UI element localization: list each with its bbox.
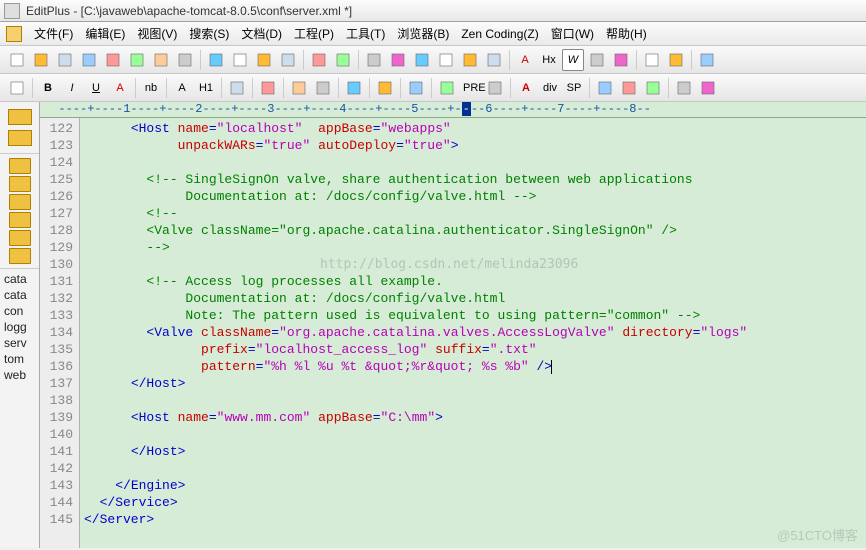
terminal-icon[interactable] <box>696 49 718 71</box>
a-button[interactable]: A <box>109 77 131 99</box>
save-all-icon[interactable] <box>102 49 124 71</box>
menu-item[interactable]: Zen Coding(Z) <box>455 25 544 43</box>
menu-item[interactable]: 工具(T) <box>340 25 391 43</box>
anchor-icon[interactable] <box>374 77 396 99</box>
menu-item[interactable]: 编辑(E) <box>79 25 131 43</box>
indent-icon[interactable] <box>483 49 505 71</box>
new-file-icon[interactable] <box>6 49 28 71</box>
menu-item[interactable]: 文档(D) <box>235 25 288 43</box>
list-item[interactable]: web <box>2 367 37 383</box>
toolbar-primary: AHxW <box>0 46 866 74</box>
list-item[interactable]: cata <box>2 287 37 303</box>
div-button[interactable]: div <box>539 77 561 99</box>
spell-icon[interactable] <box>150 49 172 71</box>
bookmark-icon[interactable] <box>411 49 433 71</box>
menu-item[interactable]: 文件(F) <box>28 25 79 43</box>
cut-icon[interactable] <box>205 49 227 71</box>
grid1-icon[interactable] <box>673 77 695 99</box>
file-list: catacataconloggservtomweb <box>0 269 39 385</box>
folder-item-icon[interactable] <box>9 176 31 192</box>
img-icon[interactable] <box>312 77 334 99</box>
list-item[interactable]: con <box>2 303 37 319</box>
i-button[interactable]: I <box>61 77 83 99</box>
folder-item-icon[interactable] <box>9 194 31 210</box>
find-icon[interactable] <box>363 49 385 71</box>
menu-item[interactable]: 视图(V) <box>131 25 183 43</box>
list-item[interactable]: cata <box>2 271 37 287</box>
sidebar: catacataconloggservtomweb <box>0 102 40 548</box>
hr-icon[interactable] <box>405 77 427 99</box>
list-item[interactable]: serv <box>2 335 37 351</box>
copy-icon[interactable] <box>78 49 100 71</box>
code-area[interactable]: 1221231241251261271281291301311321331341… <box>40 118 866 548</box>
menu-item[interactable]: 工程(P) <box>288 25 340 43</box>
form-icon[interactable] <box>484 77 506 99</box>
globe-icon[interactable] <box>665 49 687 71</box>
browser-icon[interactable] <box>641 49 663 71</box>
a-button[interactable]: A <box>515 77 537 99</box>
menu-item[interactable]: 窗口(W) <box>545 25 600 43</box>
folder-item-icon[interactable] <box>9 230 31 246</box>
olist-icon[interactable] <box>257 77 279 99</box>
title-bar: EditPlus - [C:\javaweb\apache-tomcat-8.0… <box>0 0 866 22</box>
folder-up-icon[interactable] <box>8 109 32 125</box>
line-number-gutter: 1221231241251261271281291301311321331341… <box>40 118 80 548</box>
outdent-icon[interactable] <box>459 49 481 71</box>
cloud-icon[interactable] <box>174 49 196 71</box>
menu-item[interactable]: 帮助(H) <box>600 25 653 43</box>
clipboard-icon[interactable] <box>277 49 299 71</box>
find-replace-icon[interactable] <box>387 49 409 71</box>
undo-icon[interactable] <box>308 49 330 71</box>
stop-icon[interactable] <box>642 77 664 99</box>
disk-icon[interactable] <box>54 49 76 71</box>
app-icon <box>4 3 20 19</box>
folder-tree <box>0 154 39 269</box>
a-button[interactable]: A <box>171 77 193 99</box>
text-wrap-icon[interactable]: A <box>514 49 536 71</box>
bookmark-nav-icon[interactable] <box>435 49 457 71</box>
list-item[interactable]: logg <box>2 319 37 335</box>
menu-bar: 文件(F)编辑(E)视图(V)搜索(S)文档(D)工程(P)工具(T)浏览器(B… <box>0 22 866 46</box>
folder-icon[interactable] <box>8 130 32 146</box>
b-button[interactable]: B <box>37 77 59 99</box>
print-icon[interactable] <box>126 49 148 71</box>
sidebar-nav <box>0 102 39 154</box>
pilcrow-icon[interactable] <box>343 77 365 99</box>
center-icon[interactable] <box>436 77 458 99</box>
hex-icon[interactable]: Hx <box>538 49 560 71</box>
back-icon[interactable] <box>594 77 616 99</box>
open-icon[interactable] <box>30 49 52 71</box>
main-area: catacataconloggservtomweb ----+----1----… <box>0 102 866 548</box>
paste-icon[interactable] <box>253 49 275 71</box>
word-icon[interactable]: W <box>562 49 584 71</box>
editor: ----+----1----+----2----+----3----+----4… <box>40 102 866 548</box>
folder-item-icon[interactable] <box>9 158 31 174</box>
grid2-icon[interactable] <box>697 77 719 99</box>
u-button[interactable]: U <box>85 77 107 99</box>
menu-item[interactable]: 搜索(S) <box>183 25 235 43</box>
sp-button[interactable]: SP <box>563 77 585 99</box>
folder-item-icon[interactable] <box>9 248 31 264</box>
pre-button[interactable]: PRE <box>460 77 482 99</box>
show-ws-icon[interactable] <box>586 49 608 71</box>
toolbar-secondary: BIUAnbAH1PREAdivSP <box>0 74 866 102</box>
table-icon[interactable] <box>288 77 310 99</box>
nb-button[interactable]: nb <box>140 77 162 99</box>
window-title: EditPlus - [C:\javaweb\apache-tomcat-8.0… <box>26 4 352 18</box>
list-icon[interactable] <box>226 77 248 99</box>
list-item[interactable]: tom <box>2 351 37 367</box>
folder-item-icon[interactable] <box>9 212 31 228</box>
menu-item[interactable]: 浏览器(B) <box>391 25 455 43</box>
fwd-icon[interactable] <box>618 77 640 99</box>
h1-button[interactable]: H1 <box>195 77 217 99</box>
app-menu-icon[interactable] <box>6 26 22 42</box>
show-le-icon[interactable] <box>610 49 632 71</box>
code-text[interactable]: <Host name="localhost" appBase="webapps"… <box>80 118 866 548</box>
new-doc-icon[interactable] <box>6 77 28 99</box>
copy2-icon[interactable] <box>229 49 251 71</box>
redo-icon[interactable] <box>332 49 354 71</box>
ruler: ----+----1----+----2----+----3----+----4… <box>40 102 866 118</box>
